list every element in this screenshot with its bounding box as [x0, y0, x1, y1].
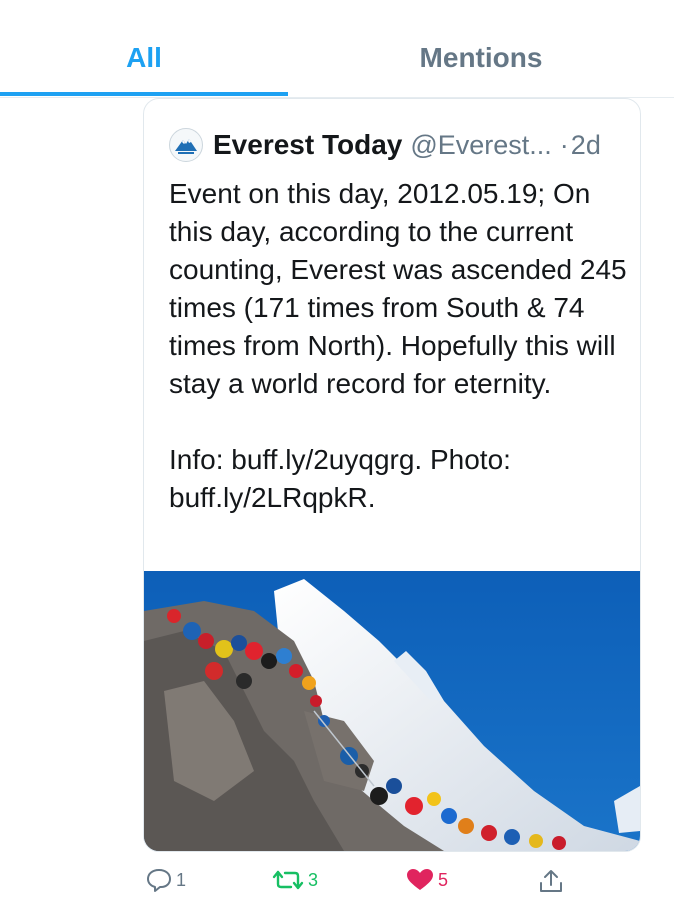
share-icon	[540, 870, 562, 892]
reply-button[interactable]: 1	[146, 868, 186, 892]
tweet-header: Everest Today @Everest... · 2d	[169, 127, 601, 163]
tab-all[interactable]: All	[0, 42, 288, 74]
tweet-timestamp[interactable]: 2d	[571, 130, 601, 161]
quoted-tweet-card[interactable]: Everest Today @Everest... · 2d Event on …	[143, 98, 641, 852]
tweet-text: Event on this day, 2012.05.19; On this d…	[169, 178, 627, 513]
author-handle[interactable]: @Everest...	[410, 130, 551, 161]
heart-icon	[407, 869, 433, 890]
retweet-icon	[272, 870, 304, 890]
like-count: 5	[438, 869, 449, 890]
retweet-button[interactable]: 3	[272, 868, 318, 892]
reply-count: 1	[176, 869, 187, 890]
reply-icon	[147, 869, 171, 892]
author-name[interactable]: Everest Today	[213, 129, 402, 161]
tab-mentions[interactable]: Mentions	[288, 42, 674, 74]
active-tab-indicator	[0, 92, 288, 96]
everest-climbers-photo	[144, 571, 640, 851]
everest-logo-icon[interactable]	[169, 128, 203, 162]
retweet-count: 3	[308, 869, 319, 890]
separator-dot: ·	[559, 129, 569, 160]
like-button[interactable]: 5	[406, 868, 448, 892]
tweet-actions: 1 3 5	[0, 860, 674, 904]
notification-tabs: All Mentions	[0, 0, 674, 98]
share-button[interactable]	[538, 868, 568, 894]
tweet-photo[interactable]	[144, 571, 640, 851]
